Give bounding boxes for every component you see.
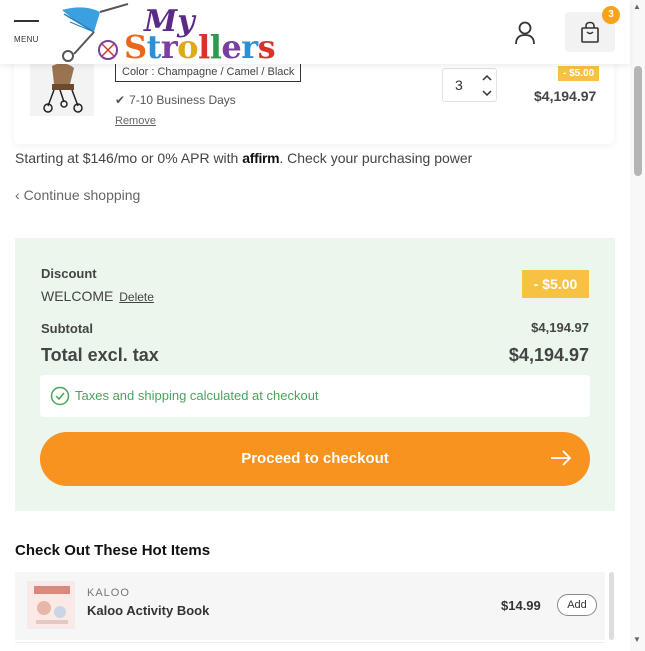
quantity-stepper[interactable]: 3 [442, 68, 497, 102]
item-discount-badge: - $5.00 [558, 66, 600, 81]
checkout-label: Proceed to checkout [241, 450, 389, 467]
order-summary: Discount WELCOME Delete - $5.00 Subtotal… [15, 238, 615, 511]
hot-item-price: $14.99 [501, 598, 541, 613]
delete-discount-link[interactable]: Delete [119, 290, 154, 304]
scroll-down-arrow-icon[interactable]: ▼ [633, 635, 641, 644]
add-to-cart-button[interactable]: Add [557, 594, 597, 616]
total-label: Total excl. tax [41, 345, 159, 365]
shopping-bag-icon [581, 21, 599, 43]
discount-code: WELCOME Delete [41, 288, 154, 304]
menu-label: MENU [14, 35, 39, 44]
continue-shopping-link[interactable]: ‹ Continue shopping [15, 187, 140, 203]
scrollbar-thumb[interactable] [634, 66, 642, 176]
total-value: $4,194.97 [508, 345, 589, 365]
hot-items-title: Check Out These Hot Items [15, 542, 211, 559]
chevron-left-icon: ‹ [15, 187, 20, 203]
hot-items-scrollbar[interactable] [609, 572, 614, 640]
site-logo[interactable]: My Strollers [54, 2, 284, 66]
proceed-to-checkout-button[interactable]: Proceed to checkout [40, 432, 590, 486]
scroll-up-arrow-icon[interactable]: ▲ [633, 2, 641, 11]
hot-item[interactable]: KALOO Kaloo Activity Book $14.99 Add [15, 572, 605, 640]
tax-shipping-notice: Taxes and shipping calculated at checkou… [40, 375, 590, 417]
affirm-logo: affirm [242, 150, 280, 166]
account-icon[interactable] [512, 20, 538, 46]
site-header: MENU My Strollers [0, 0, 630, 66]
chevron-down-icon[interactable] [481, 87, 493, 99]
hot-item-thumbnail[interactable] [27, 581, 75, 629]
quantity-value[interactable]: 3 [455, 77, 463, 93]
logo-strollers-text: Strollers [124, 28, 276, 66]
delivery-estimate: ✔ 7-10 Business Days [115, 93, 236, 107]
item-price: $4,194.97 [534, 88, 597, 104]
menu-button[interactable]: MENU [14, 20, 42, 46]
hot-item-brand: KALOO [87, 587, 130, 599]
subtotal-value: $4,194.97 [531, 320, 589, 335]
divider [15, 642, 605, 643]
discount-label: Discount [41, 266, 97, 281]
discount-badge: - $5.00 [522, 270, 589, 298]
hamburger-icon [14, 20, 39, 22]
check-circle-icon [50, 386, 70, 406]
remove-link[interactable]: Remove [115, 115, 156, 127]
hot-item-name[interactable]: Kaloo Activity Book [87, 603, 209, 618]
checkmark-icon: ✔ [115, 93, 126, 107]
cart-count-badge: 3 [602, 6, 620, 24]
chevron-up-icon[interactable] [481, 72, 493, 84]
arrow-right-icon [551, 450, 572, 466]
notice-text: Taxes and shipping calculated at checkou… [75, 388, 319, 403]
subtotal-label: Subtotal [41, 321, 93, 336]
stroller-logo-icon [62, 3, 129, 62]
page-scrollbar[interactable]: ▲ ▼ [630, 0, 645, 651]
affirm-financing-text[interactable]: Starting at $146/mo or 0% APR with affir… [15, 150, 472, 166]
